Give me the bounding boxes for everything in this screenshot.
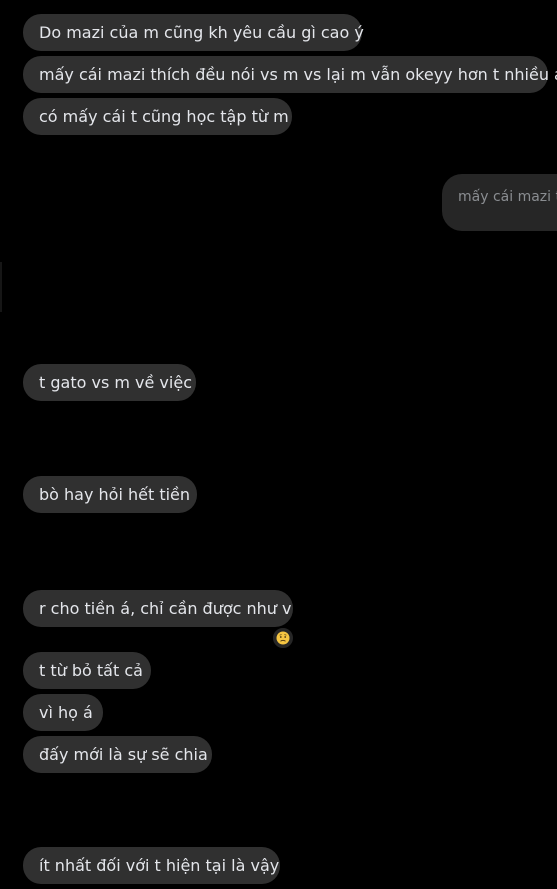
message-text: đấy mới là sự sẽ chia: [39, 744, 208, 764]
message-bubble[interactable]: vì họ á: [23, 694, 103, 731]
message-reaction[interactable]: [272, 627, 294, 649]
message-bubble[interactable]: có mấy cái t cũng học tập từ m: [23, 98, 292, 135]
message-text: r cho tiền á, chỉ cần được như v: [39, 598, 292, 618]
message-text: t gato vs m về việc: [39, 372, 192, 392]
message-bubble[interactable]: t từ bỏ tất cả: [23, 652, 151, 689]
message-bubble[interactable]: Do mazi của m cũng kh yêu cầu gì cao ý: [23, 14, 364, 51]
message-bubble[interactable]: r cho tiền á, chỉ cần được như v: [23, 590, 293, 627]
message-text: vì họ á: [39, 702, 93, 722]
message-text: bò hay hỏi hết tiền: [39, 484, 191, 504]
message-text: mấy cái mazi thích đều nói vs m vs lại m…: [39, 64, 557, 84]
message-text: mấy cái mazi th: [458, 189, 557, 205]
scroll-edge: [0, 262, 2, 312]
message-text: t từ bỏ tất cả: [39, 660, 143, 680]
chat-thread: Do mazi của m cũng kh yêu cầu gì cao ý m…: [0, 0, 557, 889]
message-bubble[interactable]: mấy cái mazi thích đều nói vs m vs lại m…: [23, 56, 557, 93]
message-bubble[interactable]: bò hay hỏi hết tiền: [23, 476, 197, 513]
sent-message-bubble-faded[interactable]: mấy cái mazi th: [442, 174, 557, 231]
worried-face-emoji-icon: [276, 631, 290, 645]
message-bubble[interactable]: đấy mới là sự sẽ chia: [23, 736, 212, 773]
message-text: có mấy cái t cũng học tập từ m: [39, 106, 289, 126]
message-text: Do mazi của m cũng kh yêu cầu gì cao ý: [39, 22, 364, 42]
message-text: ít nhất đối với t hiện tại là vậy: [39, 855, 280, 875]
message-bubble[interactable]: t gato vs m về việc: [23, 364, 196, 401]
message-bubble[interactable]: ít nhất đối với t hiện tại là vậy: [23, 847, 280, 884]
